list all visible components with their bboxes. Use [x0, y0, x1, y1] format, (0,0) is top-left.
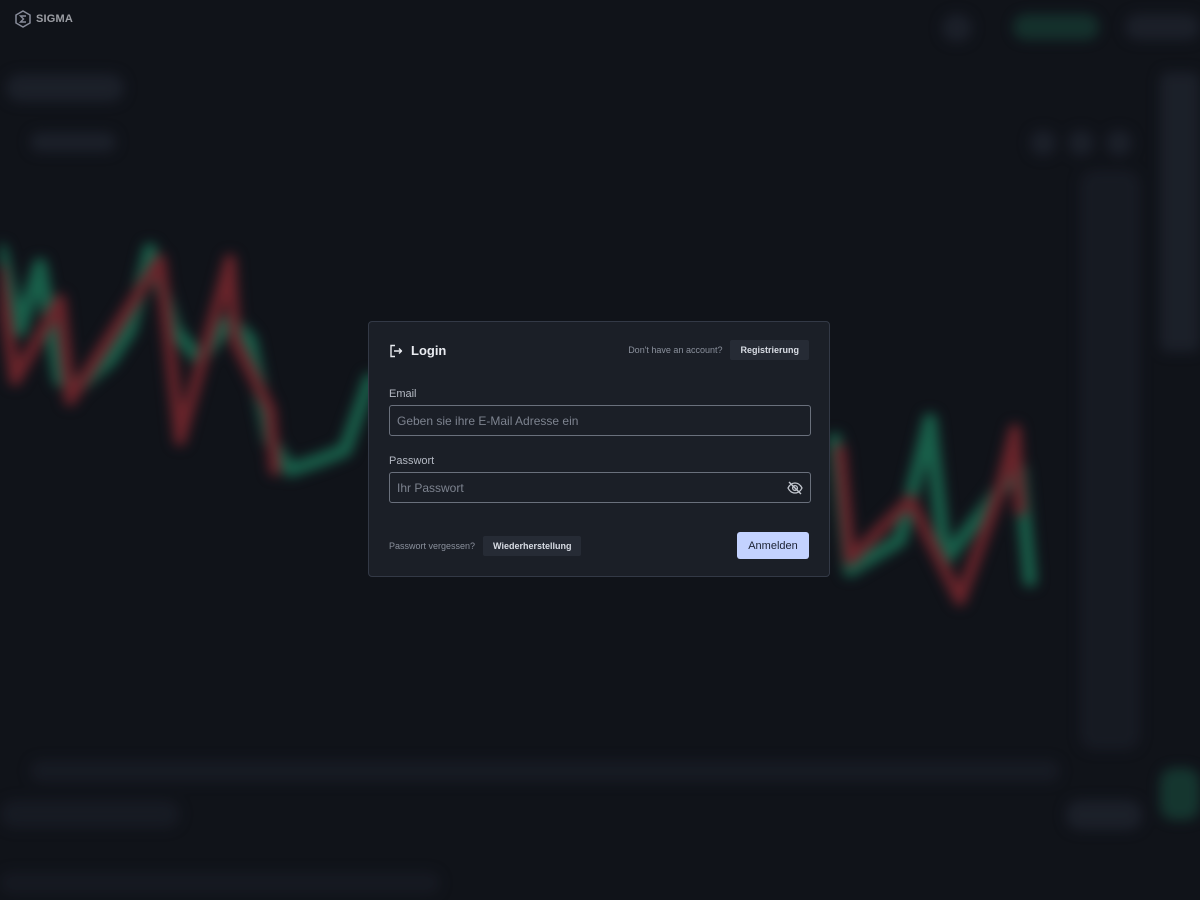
login-modal: Login Don't have an account? Registrieru…	[368, 321, 830, 577]
modal-title: Login	[411, 343, 447, 358]
email-label: Email	[389, 388, 417, 400]
forgot-password-row: Passwort vergessen? Wiederherstellung	[389, 536, 582, 556]
register-prompt: Don't have an account? Registrierung	[628, 340, 809, 360]
email-field-wrapper	[389, 405, 811, 436]
password-field-wrapper	[389, 472, 811, 503]
email-input[interactable]	[390, 406, 810, 435]
forgot-password-text: Passwort vergessen?	[389, 541, 476, 551]
register-button[interactable]: Registrierung	[730, 340, 809, 360]
eye-off-icon[interactable]	[786, 479, 804, 497]
login-arrow-icon	[390, 344, 403, 357]
password-label: Passwort	[389, 455, 435, 467]
submit-login-button[interactable]: Anmelden	[737, 532, 809, 559]
modal-header: Login	[389, 343, 446, 358]
no-account-text: Don't have an account?	[628, 345, 723, 355]
password-input[interactable]	[390, 473, 810, 502]
recovery-button[interactable]: Wiederherstellung	[483, 536, 582, 556]
